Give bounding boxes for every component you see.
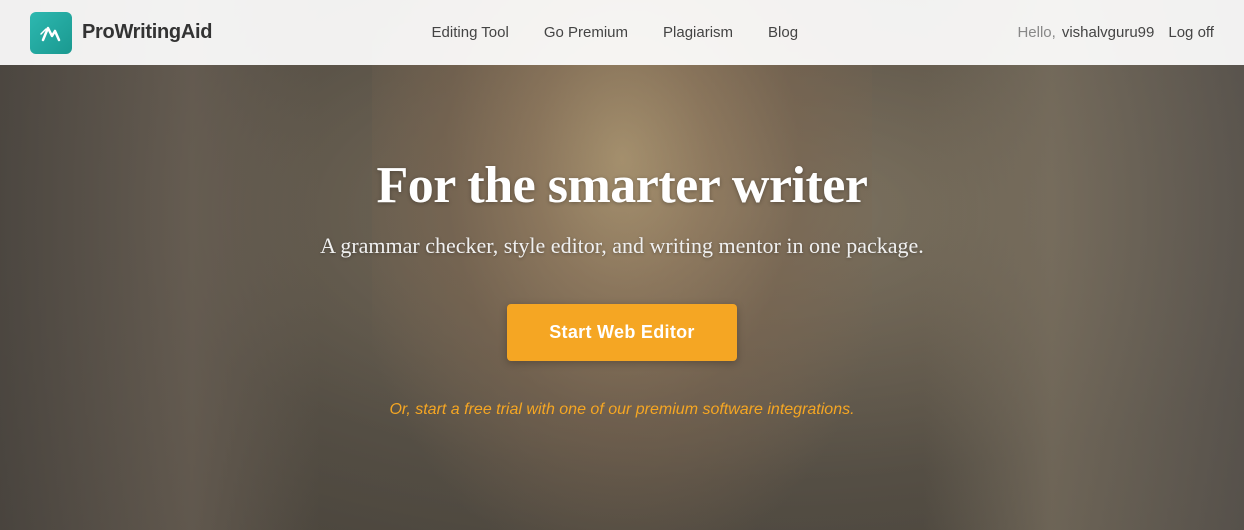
nav-link-editing-tool[interactable]: Editing Tool — [432, 24, 509, 41]
hero-content: For the smarter writer A grammar checker… — [0, 0, 1244, 530]
hello-label: Hello, — [1017, 24, 1055, 41]
start-web-editor-button[interactable]: Start Web Editor — [507, 304, 736, 361]
nav-link-plagiarism[interactable]: Plagiarism — [663, 24, 733, 41]
logo-svg — [38, 20, 64, 46]
nav-link-go-premium[interactable]: Go Premium — [544, 24, 628, 41]
logoff-link[interactable]: Log off — [1168, 24, 1214, 41]
nav-item-go-premium[interactable]: Go Premium — [544, 24, 628, 42]
logo-link[interactable]: ProWritingAid — [30, 12, 212, 54]
nav-item-blog[interactable]: Blog — [768, 24, 798, 42]
username-label: vishalvguru99 — [1062, 24, 1155, 41]
hero-footer-text: Or, start a free trial with one of our p… — [389, 401, 854, 419]
nav-user-area: Hello, vishalvguru99 Log off — [1017, 24, 1214, 41]
navbar: ProWritingAid Editing Tool Go Premium Pl… — [0, 0, 1244, 65]
nav-item-editing-tool[interactable]: Editing Tool — [432, 24, 509, 42]
hero-container: ProWritingAid Editing Tool Go Premium Pl… — [0, 0, 1244, 530]
brand-name: ProWritingAid — [82, 21, 212, 44]
nav-link-blog[interactable]: Blog — [768, 24, 798, 41]
hero-title: For the smarter writer — [377, 156, 868, 215]
hero-subtitle: A grammar checker, style editor, and wri… — [320, 233, 924, 259]
nav-links: Editing Tool Go Premium Plagiarism Blog — [432, 24, 799, 42]
logo-icon — [30, 12, 72, 54]
nav-item-plagiarism[interactable]: Plagiarism — [663, 24, 733, 42]
